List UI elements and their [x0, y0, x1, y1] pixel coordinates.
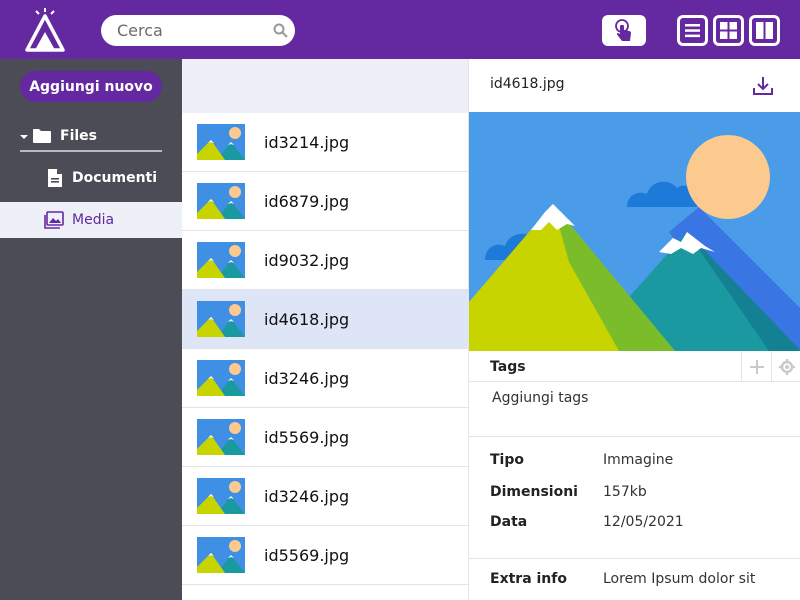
columns-view-icon [752, 18, 777, 43]
divider [469, 436, 800, 437]
document-icon [48, 169, 62, 187]
prop-value: 12/05/2021 [603, 514, 684, 530]
top-bar [0, 0, 800, 59]
add-tag-button[interactable] [741, 352, 771, 382]
search-icon[interactable] [273, 23, 288, 38]
tags-input[interactable]: Aggiungi tags [492, 390, 588, 406]
folder-icon [33, 128, 51, 143]
image-thumbnail [197, 537, 245, 573]
image-preview [469, 112, 800, 351]
file-name: id3246.jpg [264, 486, 350, 506]
tree-item-label: Files [60, 127, 97, 144]
tree-item-documenti[interactable]: Documenti [46, 166, 157, 190]
image-thumbnail [197, 360, 245, 396]
details-panel: id4618.jpg Tags Aggiungi tags Tipo Immag… [468, 59, 800, 600]
image-icon [44, 211, 64, 229]
image-thumbnail [197, 419, 245, 455]
prop-value: Immagine [603, 452, 674, 468]
prop-key: Tipo [490, 452, 524, 468]
tags-label: Tags [490, 359, 526, 375]
tree-item-media[interactable]: Media [0, 202, 182, 238]
sidebar: Aggiungi nuovo Files Documenti Media [0, 59, 182, 600]
file-row[interactable]: id5569.jpg [182, 526, 468, 585]
tree-item-files[interactable]: Files [20, 121, 162, 152]
file-row[interactable]: id5569.jpg [182, 408, 468, 467]
search-box[interactable] [101, 15, 295, 46]
file-name: id4618.jpg [264, 309, 350, 329]
app-logo-icon[interactable] [22, 8, 68, 52]
file-row[interactable]: id9032.jpg [182, 231, 468, 290]
list-view-button[interactable] [677, 15, 708, 46]
tree-item-label: Documenti [72, 170, 158, 186]
image-thumbnail [197, 301, 245, 337]
add-new-button[interactable]: Aggiungi nuovo [20, 71, 162, 102]
file-name: id9032.jpg [264, 250, 350, 270]
list-view-icon [680, 18, 705, 43]
prop-key: Dimensioni [490, 484, 578, 500]
file-name: id5569.jpg [264, 545, 350, 565]
grid-view-icon [716, 18, 741, 43]
image-thumbnail [197, 124, 245, 160]
touch-icon [615, 18, 631, 41]
tree-item-label: Media [72, 212, 115, 228]
file-name: id6879.jpg [264, 191, 350, 211]
file-list: id3214.jpg id6879.jpg id9032.jpg id4618.jpg… [182, 59, 468, 600]
tag-settings-button[interactable] [771, 352, 800, 382]
image-thumbnail [197, 183, 245, 219]
file-name: id3246.jpg [264, 368, 350, 388]
caret-down-icon[interactable] [20, 134, 28, 139]
file-row[interactable]: id3214.jpg [182, 113, 468, 172]
file-row[interactable]: id6879.jpg [182, 172, 468, 231]
file-list-header [182, 59, 468, 113]
file-row[interactable]: id3246.jpg [182, 467, 468, 526]
gear-icon [778, 359, 795, 375]
details-title: id4618.jpg [490, 76, 565, 92]
plus-icon [749, 360, 764, 374]
file-name: id5569.jpg [264, 427, 350, 447]
extra-info-value: Lorem Ipsum dolor sit [603, 571, 756, 587]
extra-info-key: Extra info [490, 571, 567, 587]
image-thumbnail [197, 478, 245, 514]
file-name: id3214.jpg [264, 132, 350, 152]
touch-mode-button[interactable] [602, 15, 646, 46]
tags-bar: Tags [469, 352, 800, 382]
grid-view-button[interactable] [713, 15, 744, 46]
file-row[interactable]: id3246.jpg [182, 349, 468, 408]
columns-view-button[interactable] [749, 15, 780, 46]
image-thumbnail [197, 242, 245, 278]
search-input[interactable] [117, 20, 267, 41]
download-icon[interactable] [751, 74, 775, 98]
prop-value: 157kb [603, 484, 647, 500]
file-row[interactable]: id4618.jpg [182, 290, 468, 349]
prop-key: Data [490, 514, 528, 530]
divider [469, 558, 800, 559]
